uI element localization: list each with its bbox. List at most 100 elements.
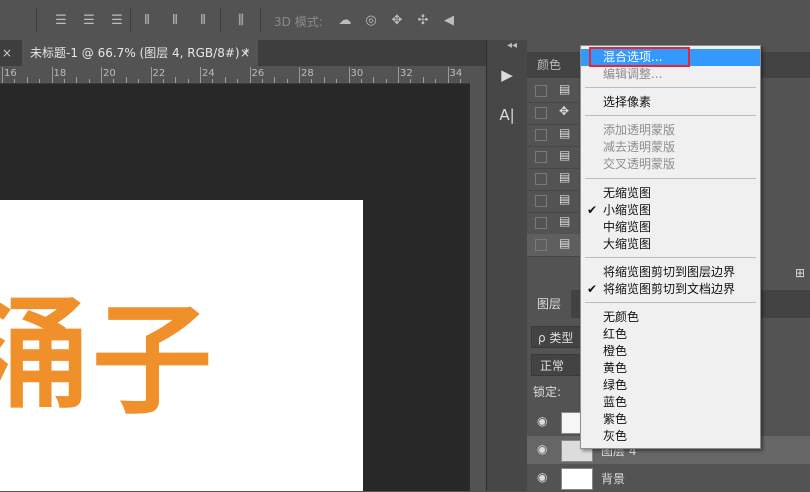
menu-item-clip-to-document-bounds[interactable]: ✔ 将缩览图剪切到文档边界 (581, 281, 760, 298)
new-action-icon[interactable]: ⊞ (795, 266, 805, 280)
move-icon: ✥ (559, 104, 570, 118)
ruler-tick (2, 67, 3, 83)
ruler-number: 34 (449, 68, 463, 79)
tab-layers[interactable]: 图层 (527, 290, 572, 318)
menu-item-no-thumbnail[interactable]: 无缩览图 (581, 185, 760, 202)
ruler-tick (150, 67, 152, 83)
document-tab[interactable]: 未标题-1 @ 66.7% (图层 4, RGB/8#) * × (22, 40, 258, 66)
layer-context-menu: 混合选项... 编辑调整... 选择像素 添加透明蒙版 减去透明蒙版 交叉透明蒙… (580, 45, 761, 449)
collapsed-panel-dock: ▶ A| (486, 40, 527, 491)
menu-item-color-red[interactable]: 红色 (581, 326, 760, 343)
ruler-number: 18 (53, 68, 67, 79)
3d-pan-icon[interactable]: ✥ (388, 12, 406, 30)
ruler-tick (336, 79, 338, 83)
checkbox[interactable] (535, 107, 547, 119)
checkbox[interactable] (535, 173, 547, 185)
menu-item-color-blue[interactable]: 蓝色 (581, 394, 760, 411)
eye-icon[interactable]: ◉ (537, 414, 547, 428)
action-row[interactable]: ▤ (527, 146, 583, 169)
menu-item-color-yellow[interactable]: 黄色 (581, 360, 760, 377)
distribute-icon[interactable]: ⫼ (232, 12, 250, 30)
ruler-tick (212, 79, 214, 83)
align-vcenter-icon[interactable]: ☰ (80, 12, 98, 30)
ruler-tick (175, 77, 177, 83)
menu-item-subtract-transparency-mask[interactable]: 减去透明蒙版 (581, 139, 760, 156)
checkbox[interactable] (535, 129, 547, 141)
action-row[interactable]: ▤ (527, 80, 583, 103)
menu-item-intersect-transparency-mask[interactable]: 交叉透明蒙版 (581, 156, 760, 173)
checkbox[interactable] (535, 217, 547, 229)
menu-item-add-transparency-mask[interactable]: 添加透明蒙版 (581, 122, 760, 139)
menu-item-clip-to-layer-bounds[interactable]: 将缩览图剪切到图层边界 (581, 264, 760, 281)
align-left-icon[interactable]: ⫴ (138, 12, 156, 30)
blend-mode-dropdown[interactable]: 正常 (531, 354, 581, 376)
document-icon: ▤ (559, 192, 571, 206)
canvas-text-glyph: 涌 (0, 284, 90, 425)
menu-item-medium-thumbnail[interactable]: 中缩览图 (581, 219, 760, 236)
3d-scale-icon[interactable]: ◀ (440, 12, 458, 30)
ruler-tick (200, 67, 201, 83)
ruler-number: 16 (4, 68, 17, 79)
eye-icon[interactable]: ◉ (537, 470, 547, 484)
document-canvas[interactable]: 涌 子 (0, 200, 363, 491)
play-icon[interactable]: ▶ (487, 60, 527, 90)
close-icon[interactable]: × (240, 40, 250, 66)
ruler-tick (162, 79, 164, 83)
align-bottom-icon[interactable]: ☰ (108, 12, 126, 30)
checkbox[interactable] (535, 239, 547, 251)
checkbox[interactable] (535, 195, 547, 207)
ruler-tick (63, 79, 65, 83)
menu-item-color-violet[interactable]: 紫色 (581, 411, 760, 428)
canvas-text-glyph: 子 (92, 290, 212, 431)
align-hcenter-icon[interactable]: ⫴ (166, 12, 184, 30)
horizontal-ruler: 16 18 20 22 24 26 28 30 32 34 (0, 66, 470, 84)
menu-item-select-pixels[interactable]: 选择像素 (581, 94, 760, 111)
ruler-tick (51, 67, 53, 83)
menu-item-edit-adjustment[interactable]: 编辑调整... (581, 66, 760, 83)
close-icon[interactable]: × (2, 40, 12, 66)
checkbox[interactable] (535, 85, 547, 97)
align-top-icon[interactable]: ☰ (52, 12, 70, 30)
ruler-tick (323, 77, 325, 83)
action-row[interactable]: ✥ (527, 102, 583, 125)
3d-roll-icon[interactable]: ◎ (362, 12, 380, 30)
menu-item-small-thumbnail[interactable]: ✔ 小缩览图 (581, 202, 760, 219)
ruler-tick (261, 79, 263, 83)
menu-item-color-orange[interactable]: 橙色 (581, 343, 760, 360)
layer-thumbnail (561, 468, 593, 490)
ruler-tick (447, 67, 449, 83)
checkbox[interactable] (535, 151, 547, 163)
ruler-tick (398, 67, 399, 83)
ruler-tick (274, 77, 276, 83)
3d-rotate-icon[interactable]: ☁ (336, 12, 354, 30)
ruler-number: 22 (152, 68, 166, 79)
ruler-number: 24 (202, 68, 215, 79)
vertical-ruler (470, 66, 486, 491)
menu-separator (585, 115, 756, 116)
menu-item-color-none[interactable]: 无颜色 (581, 309, 760, 326)
collapse-panel-icon[interactable]: ◂◂ (507, 40, 517, 51)
menu-item-color-gray[interactable]: 灰色 (581, 428, 760, 445)
menu-item-large-thumbnail[interactable]: 大缩览图 (581, 236, 760, 253)
3d-slide-icon[interactable]: ✣ (414, 12, 432, 30)
document-tab-bar: × 未标题-1 @ 66.7% (图层 4, RGB/8#) * × (0, 40, 486, 66)
action-row[interactable]: ▤ (527, 190, 583, 213)
tab-color[interactable]: 颜色 (527, 52, 571, 78)
ruler-tick (385, 79, 387, 83)
ruler-tick (286, 79, 288, 83)
layer-filter-dropdown[interactable]: ρ 类型 (531, 326, 581, 348)
eye-icon[interactable]: ◉ (537, 442, 547, 456)
align-right-icon[interactable]: ⫴ (194, 12, 212, 30)
action-row[interactable]: ▤ (527, 212, 583, 235)
action-row[interactable]: ▤ (527, 234, 583, 257)
ruler-tick (459, 79, 461, 83)
action-row[interactable]: ▤ (527, 168, 583, 191)
action-row[interactable]: ▤ (527, 124, 583, 147)
menu-item-color-green[interactable]: 绿色 (581, 377, 760, 394)
layer-row[interactable]: ◉ 背景 (527, 464, 810, 492)
ruler-tick (187, 79, 189, 83)
menu-separator (585, 178, 756, 179)
ruler-tick (348, 67, 350, 83)
ruler-tick (299, 67, 300, 83)
character-panel-icon[interactable]: A| (487, 100, 527, 130)
